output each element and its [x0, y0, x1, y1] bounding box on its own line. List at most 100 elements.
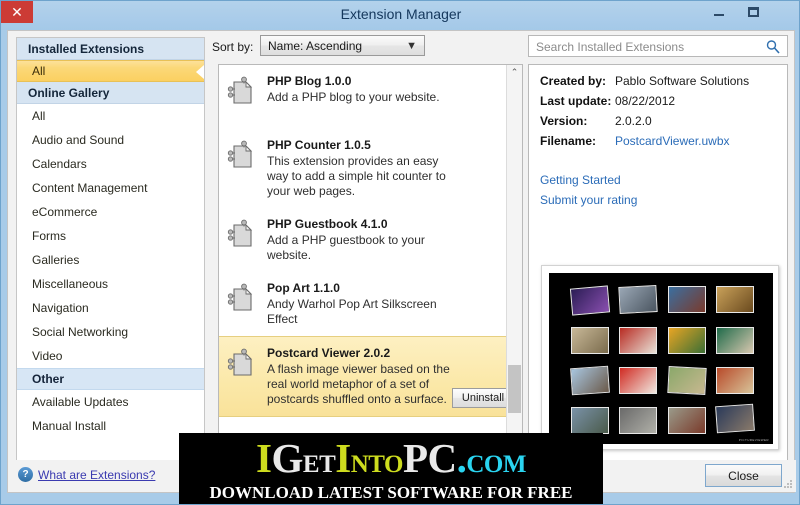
list-item-body: Pop Art 1.1.0 Andy Warhol Pop Art Silksc… — [267, 281, 508, 327]
submit-rating-link[interactable]: Submit your rating — [540, 193, 637, 207]
metadata-value: 08/22/2012 — [615, 94, 676, 108]
metadata-row-last-update: Last update: 08/22/2012 — [529, 94, 787, 114]
list-item-selected[interactable]: Postcard Viewer 2.0.2 A flash image view… — [219, 336, 522, 417]
preview-thumbnail — [716, 286, 754, 313]
search-icon[interactable] — [765, 39, 781, 55]
sidebar-item-label: Manual Install — [32, 419, 107, 433]
sidebar-item-available-updates[interactable]: Available Updates — [17, 390, 204, 414]
preview-thumbnail — [569, 285, 611, 316]
watermark-tagline: DOWNLOAD LATEST SOFTWARE FOR FREE — [209, 483, 573, 502]
resize-grip[interactable] — [781, 478, 793, 490]
metadata-label: Last update: — [540, 94, 612, 108]
list-item[interactable]: PHP Guestbook 4.1.0 Add a PHP guestbook … — [219, 208, 522, 272]
getting-started-link[interactable]: Getting Started — [540, 173, 621, 187]
extension-metadata: Created by: Pablo Software Solutions Las… — [529, 74, 787, 154]
sidebar-item-galleries[interactable]: Galleries — [17, 248, 204, 272]
preview-thumbnail — [571, 407, 609, 434]
sidebar[interactable]: Installed Extensions All Online Gallery … — [16, 37, 205, 461]
extension-description: A flash image viewer based on the real w… — [267, 362, 450, 406]
sidebar-item-label: Video — [32, 349, 63, 363]
sidebar-item-other[interactable]: Other — [17, 368, 204, 390]
list-item-body: PHP Guestbook 4.1.0 Add a PHP guestbook … — [267, 217, 508, 263]
sidebar-item-forms[interactable]: Forms — [17, 224, 204, 248]
details-panel: Created by: Pablo Software Solutions Las… — [528, 64, 788, 461]
list-item[interactable]: PHP Counter 1.0.5 This extension provide… — [219, 129, 522, 208]
close-button[interactable]: Close — [705, 464, 782, 487]
list-item[interactable]: PHP Blog 1.0.0 Add a PHP blog to your we… — [219, 65, 522, 129]
maximize-icon — [747, 7, 759, 17]
preview-thumbnail — [619, 367, 657, 394]
extension-description: Andy Warhol Pop Art Silkscreen Effect — [267, 297, 437, 326]
extension-title: PHP Blog 1.0.0 — [267, 74, 352, 88]
preview-thumbnail — [618, 285, 658, 314]
watermark-letter: . — [456, 435, 467, 481]
scrollbar-thumb[interactable] — [508, 365, 521, 413]
extension-description: Add a PHP guestbook to your website. — [267, 233, 425, 262]
uninstall-button[interactable]: Uninstall — [452, 388, 514, 408]
metadata-value: 2.0.2.0 — [615, 114, 652, 128]
maximize-button[interactable] — [737, 1, 769, 23]
extension-preview: PICTUREVIEWER — [541, 265, 779, 450]
extension-description: This extension provides an easy way to a… — [267, 154, 446, 198]
watermark-title: IGETINTOPC.COM — [179, 434, 603, 482]
metadata-label: Created by: — [540, 74, 607, 88]
preview-thumbnail — [571, 327, 609, 354]
title-bar: Extension Manager ✕ — [1, 1, 799, 30]
preview-thumbnail — [570, 365, 610, 396]
preview-thumbnail — [668, 286, 706, 313]
sidebar-item-label: Galleries — [32, 253, 80, 267]
sidebar-item-label: Other — [32, 372, 65, 386]
extension-icon — [227, 283, 253, 311]
window-title: Extension Manager — [340, 6, 462, 22]
search-placeholder: Search Installed Extensions — [536, 40, 685, 54]
sidebar-item-miscellaneous[interactable]: Miscellaneous — [17, 272, 204, 296]
preview-thumbnail — [619, 407, 657, 434]
scroll-up-icon[interactable]: ⌃ — [507, 65, 522, 80]
extension-title: PHP Guestbook 4.1.0 — [267, 217, 388, 231]
sort-dropdown[interactable]: Name: Ascending ▼ — [260, 35, 425, 56]
sidebar-item-ecommerce[interactable]: eCommerce — [17, 200, 204, 224]
minimize-button[interactable] — [703, 1, 735, 23]
preview-thumbnail — [667, 366, 707, 395]
sidebar-item-all[interactable]: All — [17, 104, 204, 128]
sidebar-item-label: Calendars — [32, 157, 87, 171]
list-item[interactable]: Pop Art 1.1.0 Andy Warhol Pop Art Silksc… — [219, 272, 522, 336]
list-item-body: PHP Blog 1.0.0 Add a PHP blog to your we… — [267, 74, 508, 105]
help-icon[interactable]: ? — [18, 467, 33, 482]
what-are-extensions-link[interactable]: What are Extensions? — [38, 468, 155, 482]
metadata-label: Version: — [540, 114, 588, 128]
metadata-row-version: Version: 2.0.2.0 — [529, 114, 787, 134]
sidebar-header-online-gallery: Online Gallery — [17, 82, 204, 104]
watermark-overlay: IGETINTOPC.COM DOWNLOAD LATEST SOFTWARE … — [179, 433, 603, 504]
extension-title: Pop Art 1.1.0 — [267, 281, 340, 295]
extension-description: Add a PHP blog to your website. — [267, 90, 440, 104]
sidebar-item-audio-and-sound[interactable]: Audio and Sound — [17, 128, 204, 152]
sidebar-item-video[interactable]: Video — [17, 344, 204, 368]
watermark-letter: COM — [466, 451, 526, 478]
sidebar-item-label: Navigation — [32, 301, 89, 315]
sidebar-header-installed-extensions: Installed Extensions — [17, 38, 204, 60]
sidebar-item-calendars[interactable]: Calendars — [17, 152, 204, 176]
selection-arrow-icon — [196, 65, 204, 79]
extension-list[interactable]: PHP Blog 1.0.0 Add a PHP blog to your we… — [218, 64, 523, 461]
minimize-icon — [714, 14, 724, 16]
sidebar-item-installed-all[interactable]: All — [17, 60, 204, 82]
sidebar-item-manual-install[interactable]: Manual Install — [17, 414, 204, 438]
preview-thumbnail — [619, 327, 657, 354]
sidebar-item-content-management[interactable]: Content Management — [17, 176, 204, 200]
metadata-label: Filename: — [540, 134, 597, 148]
filename-link[interactable]: PostcardViewer.uwbx — [615, 134, 730, 148]
watermark-letter: NTO — [350, 451, 404, 478]
metadata-row-created-by: Created by: Pablo Software Solutions — [529, 74, 787, 94]
search-input[interactable]: Search Installed Extensions — [528, 35, 788, 57]
list-scrollbar[interactable]: ⌃ ⌄ — [506, 65, 522, 460]
preview-thumbnail — [668, 327, 706, 354]
sidebar-item-social-networking[interactable]: Social Networking — [17, 320, 204, 344]
preview-caption: PICTUREVIEWER — [738, 438, 769, 442]
sidebar-item-navigation[interactable]: Navigation — [17, 296, 204, 320]
watermark-letter: G — [271, 435, 303, 481]
preview-stage: PICTUREVIEWER — [549, 273, 773, 444]
sidebar-item-label: Social Networking — [32, 325, 129, 339]
extension-icon — [227, 348, 253, 376]
sidebar-item-label: Forms — [32, 229, 66, 243]
